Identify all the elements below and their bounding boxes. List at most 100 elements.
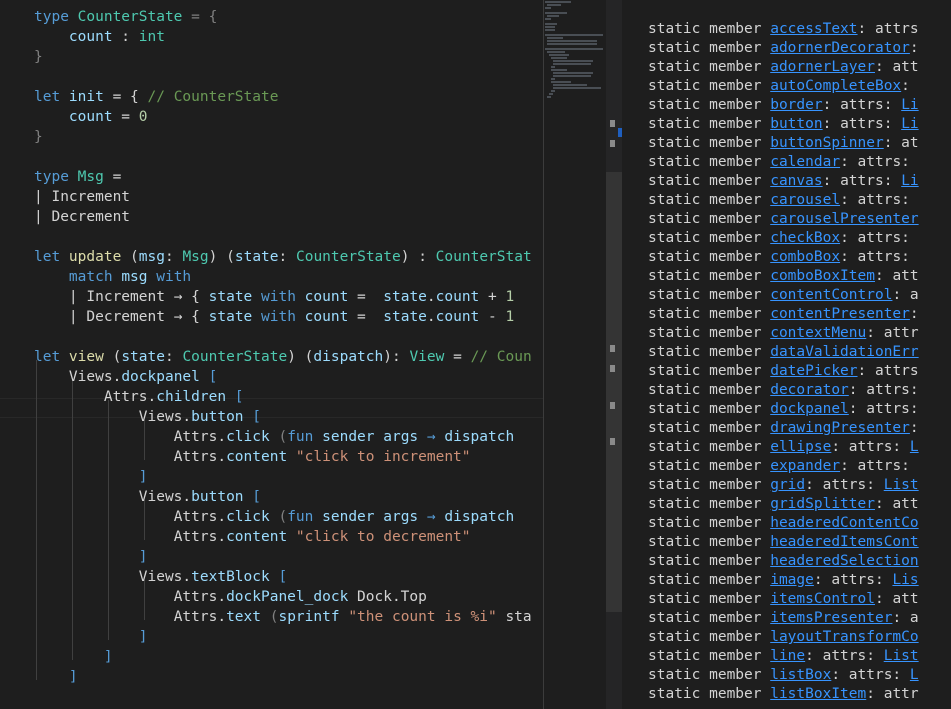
code-token: init <box>68 89 104 105</box>
code-token: = { <box>103 89 148 105</box>
member-link[interactable]: itemsControl <box>770 591 875 607</box>
code-line: } <box>34 47 43 67</box>
member-link[interactable]: calendar <box>770 154 840 170</box>
code-token: button <box>191 409 244 425</box>
member-link[interactable]: decorator <box>770 382 849 398</box>
member-link[interactable]: image <box>770 572 814 588</box>
member-link[interactable]: contentControl <box>770 287 892 303</box>
member-link[interactable]: contentPresenter <box>770 306 910 322</box>
code-token: ] <box>138 469 148 485</box>
member-link[interactable]: adornerDecorator <box>770 40 910 56</box>
type-link[interactable]: List <box>884 477 919 493</box>
member-link[interactable]: drawingPresenter <box>770 420 910 436</box>
scrollbar-thumb[interactable] <box>606 172 622 612</box>
type-link[interactable]: L <box>910 439 919 455</box>
member-suffix: : at <box>883 135 919 151</box>
type-link[interactable]: Lis <box>892 572 918 588</box>
member-link[interactable]: itemsPresenter <box>770 610 892 626</box>
member-link[interactable]: carousel <box>770 192 840 208</box>
code-line: ] <box>34 467 148 487</box>
member-link[interactable]: expander <box>770 458 840 474</box>
member-link[interactable]: border <box>770 97 822 113</box>
code-token: Msg <box>77 169 104 185</box>
code-token: ] <box>138 629 148 645</box>
code-line: Attrs.dockPanel_dock Dock.Top <box>34 587 427 607</box>
member-prefix: static member <box>648 382 771 398</box>
member-prefix: static member <box>648 686 771 702</box>
member-suffix: : attrs <box>857 21 919 37</box>
member-prefix: static member <box>648 211 771 227</box>
member-line: static member listBox: attrs: L <box>648 665 919 685</box>
code-token: with <box>252 309 305 325</box>
code-token: . <box>426 289 436 305</box>
code-token: sender args <box>322 429 419 445</box>
member-link[interactable]: accessText <box>770 21 857 37</box>
member-suffix: : attrs: <box>822 97 902 113</box>
member-link[interactable]: headeredItemsCont <box>770 534 918 550</box>
member-link[interactable]: buttonSpinner <box>770 135 884 151</box>
member-suffix: : attrs <box>857 363 919 379</box>
code-token: Attrs <box>173 509 218 525</box>
code-token: ): <box>383 349 410 365</box>
code-token: update <box>68 249 122 265</box>
member-link[interactable]: canvas <box>770 173 822 189</box>
member-prefix: static member <box>648 97 771 113</box>
member-link[interactable]: contextMenu <box>770 325 866 341</box>
member-link[interactable]: dockpanel <box>770 401 849 417</box>
code-line: | Decrement → { state with count = state… <box>34 307 514 327</box>
code-token: . <box>217 429 227 445</box>
code-token: type <box>34 169 78 185</box>
member-line: static member itemsControl: att <box>648 589 919 609</box>
member-suffix: : attrs: <box>831 667 910 683</box>
code-token: let <box>34 349 69 365</box>
vertical-scrollbar[interactable] <box>606 0 622 709</box>
member-link[interactable]: autoCompleteBox <box>770 78 901 94</box>
member-link[interactable]: comboBox <box>770 249 840 265</box>
member-link[interactable]: layoutTransformCo <box>770 629 918 645</box>
code-token: . <box>217 609 227 625</box>
code-line: Views.dockpanel [ <box>34 367 217 387</box>
type-link[interactable]: Li <box>901 97 918 113</box>
member-link[interactable]: adornerLayer <box>770 59 875 75</box>
member-link[interactable]: carouselPresenter <box>770 211 918 227</box>
member-link[interactable]: checkBox <box>770 230 840 246</box>
member-link[interactable]: ellipse <box>770 439 831 455</box>
right-code-editor[interactable]: static member accessText: attrs static me… <box>622 0 951 709</box>
code-token: | <box>34 189 52 205</box>
member-line: static member grid: attrs: List <box>648 475 919 495</box>
code-token: . <box>182 569 192 585</box>
type-link[interactable]: List <box>884 648 919 664</box>
type-link[interactable]: Li <box>901 173 918 189</box>
code-line: match msg with <box>34 267 191 287</box>
member-link[interactable]: datePicker <box>770 363 857 379</box>
type-link[interactable]: Li <box>901 116 918 132</box>
code-token: count <box>68 109 113 125</box>
member-link[interactable]: button <box>770 116 822 132</box>
member-link[interactable]: listBox <box>770 667 831 683</box>
member-prefix: static member <box>648 363 771 379</box>
member-line: static member comboBoxItem: att <box>648 266 919 286</box>
minimap[interactable] <box>544 0 606 709</box>
code-token: sprintf <box>278 609 340 625</box>
code-token: match <box>68 269 122 285</box>
member-link[interactable]: gridSplitter <box>770 496 875 512</box>
member-suffix: : a <box>892 287 919 303</box>
type-link[interactable]: L <box>910 667 919 683</box>
member-link[interactable]: headeredContentCo <box>770 515 918 531</box>
code-token: | <box>34 289 87 305</box>
member-link[interactable]: headeredSelection <box>770 553 918 569</box>
member-link[interactable]: dataValidationErr <box>770 344 918 360</box>
code-token: Attrs <box>173 529 218 545</box>
code-line: Attrs.click (fun sender args → dispatch <box>34 427 515 447</box>
code-token: state <box>234 249 279 265</box>
code-token: Views <box>138 569 183 585</box>
member-link[interactable]: line <box>770 648 805 664</box>
left-code-editor[interactable]: type CounterState = { count : int} let in… <box>0 0 543 709</box>
member-link[interactable]: comboBoxItem <box>770 268 875 284</box>
member-prefix: static member <box>648 610 771 626</box>
member-link[interactable]: grid <box>770 477 805 493</box>
member-link[interactable]: listBoxItem <box>770 686 866 702</box>
